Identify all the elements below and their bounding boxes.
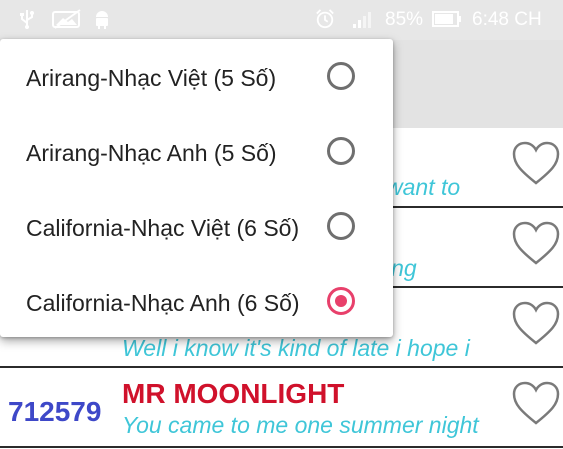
usb-icon <box>20 10 34 29</box>
android-icon <box>96 11 108 29</box>
menu-item-arirang-anh[interactable]: Arirang-Nhạc Anh (5 Số) <box>0 116 393 190</box>
radio-button-selected[interactable] <box>327 287 355 315</box>
heart-icon[interactable] <box>511 380 561 426</box>
radio-dot <box>335 295 347 307</box>
radio-button[interactable] <box>327 62 355 90</box>
heart-icon[interactable] <box>511 220 561 266</box>
image-icon <box>52 9 81 29</box>
row-divider <box>0 446 563 448</box>
song-title: MR MOONLIGHT <box>122 378 345 409</box>
battery-icon <box>432 11 461 27</box>
battery-percent: 85% <box>385 9 424 30</box>
category-menu: Arirang-Nhạc Việt (5 Số) Arirang-Nhạc An… <box>0 39 393 337</box>
status-bar: 85% 6:48 CH <box>0 0 563 40</box>
menu-item-label: Arirang-Nhạc Việt (5 Số) <box>26 65 277 91</box>
alarm-icon <box>316 9 334 29</box>
heart-icon[interactable] <box>511 140 561 186</box>
song-lyric: You came to me one summer night <box>122 412 479 438</box>
radio-button[interactable] <box>327 137 355 165</box>
menu-item-arirang-viet[interactable]: Arirang-Nhạc Việt (5 Số) <box>0 41 393 115</box>
menu-item-california-viet[interactable]: California-Nhạc Việt (6 Số) <box>0 191 393 265</box>
signal-icon <box>353 12 371 28</box>
list-item[interactable]: 712579 MR MOONLIGHT You came to me one s… <box>0 368 563 448</box>
clock: 6:48 CH <box>472 9 542 30</box>
menu-item-label: Arirang-Nhạc Anh (5 Số) <box>26 140 277 166</box>
heart-icon[interactable] <box>511 300 561 346</box>
menu-item-label: California-Nhạc Việt (6 Số) <box>26 215 300 241</box>
menu-item-california-anh[interactable]: California-Nhạc Anh (6 Số) <box>0 266 393 340</box>
radio-button[interactable] <box>327 212 355 240</box>
song-lyric: want to <box>386 174 461 200</box>
menu-item-label: California-Nhạc Anh (6 Số) <box>26 290 300 316</box>
song-code: 712579 <box>8 396 102 427</box>
